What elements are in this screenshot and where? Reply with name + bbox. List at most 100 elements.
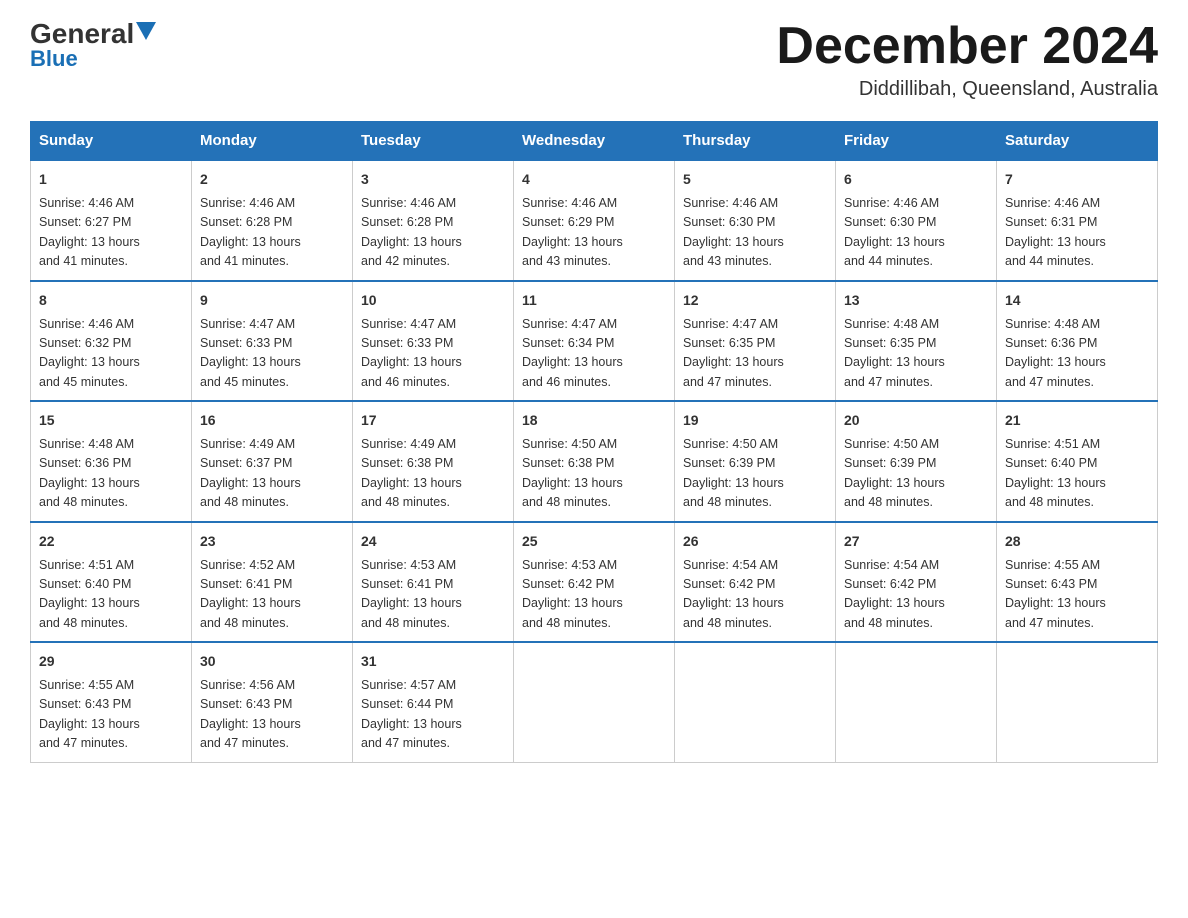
calendar-cell: 12Sunrise: 4:47 AMSunset: 6:35 PMDayligh… bbox=[675, 281, 836, 402]
week-row-3: 15 Sunrise: 4:48 AMSunset: 6:36 PMDayligh… bbox=[31, 401, 1158, 522]
day-info: Sunrise: 4:47 AMSunset: 6:35 PMDaylight:… bbox=[683, 315, 827, 393]
calendar-cell: 18 Sunrise: 4:50 AMSunset: 6:38 PMDayligh… bbox=[514, 401, 675, 522]
day-info: Sunrise: 4:53 AMSunset: 6:41 PMDaylight:… bbox=[361, 556, 505, 634]
day-number: 15 bbox=[39, 410, 183, 431]
day-number: 28 bbox=[1005, 531, 1149, 552]
day-number: 19 bbox=[683, 410, 827, 431]
weekday-header-row: Sunday Monday Tuesday Wednesday Thursday… bbox=[31, 122, 1158, 161]
calendar-table: Sunday Monday Tuesday Wednesday Thursday… bbox=[30, 121, 1158, 763]
header-monday: Monday bbox=[192, 122, 353, 161]
day-info: Sunrise: 4:46 AMSunset: 6:32 PMDaylight:… bbox=[39, 315, 183, 393]
calendar-cell: 26 Sunrise: 4:54 AMSunset: 6:42 PMDayligh… bbox=[675, 522, 836, 643]
calendar-cell: 5 Sunrise: 4:46 AMSunset: 6:30 PMDaylight… bbox=[675, 160, 836, 281]
day-number: 17 bbox=[361, 410, 505, 431]
calendar-cell: 10 Sunrise: 4:47 AMSunset: 6:33 PMDayligh… bbox=[353, 281, 514, 402]
day-info: Sunrise: 4:50 AMSunset: 6:39 PMDaylight:… bbox=[683, 435, 827, 513]
day-info: Sunrise: 4:56 AMSunset: 6:43 PMDaylight:… bbox=[200, 676, 344, 754]
day-info: Sunrise: 4:47 AMSunset: 6:33 PMDaylight:… bbox=[361, 315, 505, 393]
week-row-1: 1Sunrise: 4:46 AMSunset: 6:27 PMDaylight… bbox=[31, 160, 1158, 281]
day-info: Sunrise: 4:49 AMSunset: 6:37 PMDaylight:… bbox=[200, 435, 344, 513]
day-number: 4 bbox=[522, 169, 666, 190]
calendar-cell bbox=[514, 642, 675, 762]
calendar-cell: 20 Sunrise: 4:50 AMSunset: 6:39 PMDayligh… bbox=[836, 401, 997, 522]
day-info: Sunrise: 4:46 AMSunset: 6:30 PMDaylight:… bbox=[683, 194, 827, 272]
day-number: 30 bbox=[200, 651, 344, 672]
week-row-4: 22Sunrise: 4:51 AMSunset: 6:40 PMDayligh… bbox=[31, 522, 1158, 643]
day-info: Sunrise: 4:49 AMSunset: 6:38 PMDaylight:… bbox=[361, 435, 505, 513]
month-title: December 2024 bbox=[776, 20, 1158, 72]
calendar-cell: 11 Sunrise: 4:47 AMSunset: 6:34 PMDayligh… bbox=[514, 281, 675, 402]
day-info: Sunrise: 4:53 AMSunset: 6:42 PMDaylight:… bbox=[522, 556, 666, 634]
calendar-cell: 22Sunrise: 4:51 AMSunset: 6:40 PMDayligh… bbox=[31, 522, 192, 643]
day-info: Sunrise: 4:46 AMSunset: 6:28 PMDaylight:… bbox=[200, 194, 344, 272]
location: Diddillibah, Queensland, Australia bbox=[776, 78, 1158, 101]
calendar-cell: 27Sunrise: 4:54 AMSunset: 6:42 PMDayligh… bbox=[836, 522, 997, 643]
day-info: Sunrise: 4:46 AMSunset: 6:28 PMDaylight:… bbox=[361, 194, 505, 272]
day-number: 1 bbox=[39, 169, 183, 190]
calendar-cell: 3 Sunrise: 4:46 AMSunset: 6:28 PMDaylight… bbox=[353, 160, 514, 281]
calendar-cell: 6 Sunrise: 4:46 AMSunset: 6:30 PMDaylight… bbox=[836, 160, 997, 281]
calendar-cell: 15 Sunrise: 4:48 AMSunset: 6:36 PMDayligh… bbox=[31, 401, 192, 522]
day-info: Sunrise: 4:55 AMSunset: 6:43 PMDaylight:… bbox=[1005, 556, 1149, 634]
day-info: Sunrise: 4:48 AMSunset: 6:36 PMDaylight:… bbox=[1005, 315, 1149, 393]
day-number: 26 bbox=[683, 531, 827, 552]
day-info: Sunrise: 4:51 AMSunset: 6:40 PMDaylight:… bbox=[1005, 435, 1149, 513]
header-thursday: Thursday bbox=[675, 122, 836, 161]
calendar-cell bbox=[675, 642, 836, 762]
day-number: 24 bbox=[361, 531, 505, 552]
day-number: 25 bbox=[522, 531, 666, 552]
day-info: Sunrise: 4:55 AMSunset: 6:43 PMDaylight:… bbox=[39, 676, 183, 754]
calendar-cell: 24 Sunrise: 4:53 AMSunset: 6:41 PMDayligh… bbox=[353, 522, 514, 643]
day-number: 21 bbox=[1005, 410, 1149, 431]
day-number: 9 bbox=[200, 290, 344, 311]
day-info: Sunrise: 4:47 AMSunset: 6:34 PMDaylight:… bbox=[522, 315, 666, 393]
day-number: 14 bbox=[1005, 290, 1149, 311]
calendar-cell: 28 Sunrise: 4:55 AMSunset: 6:43 PMDayligh… bbox=[997, 522, 1158, 643]
calendar-cell: 13Sunrise: 4:48 AMSunset: 6:35 PMDayligh… bbox=[836, 281, 997, 402]
calendar-cell: 4Sunrise: 4:46 AMSunset: 6:29 PMDaylight… bbox=[514, 160, 675, 281]
header-friday: Friday bbox=[836, 122, 997, 161]
header-sunday: Sunday bbox=[31, 122, 192, 161]
day-number: 16 bbox=[200, 410, 344, 431]
day-number: 18 bbox=[522, 410, 666, 431]
title-area: December 2024 Diddillibah, Queensland, A… bbox=[776, 20, 1158, 101]
day-number: 3 bbox=[361, 169, 505, 190]
calendar-cell bbox=[997, 642, 1158, 762]
header-saturday: Saturday bbox=[997, 122, 1158, 161]
day-info: Sunrise: 4:48 AMSunset: 6:36 PMDaylight:… bbox=[39, 435, 183, 513]
day-info: Sunrise: 4:51 AMSunset: 6:40 PMDaylight:… bbox=[39, 556, 183, 634]
day-number: 8 bbox=[39, 290, 183, 311]
day-number: 5 bbox=[683, 169, 827, 190]
calendar-cell: 21 Sunrise: 4:51 AMSunset: 6:40 PMDayligh… bbox=[997, 401, 1158, 522]
logo-text: General bbox=[30, 20, 156, 48]
calendar-cell bbox=[836, 642, 997, 762]
day-info: Sunrise: 4:50 AMSunset: 6:39 PMDaylight:… bbox=[844, 435, 988, 513]
day-info: Sunrise: 4:50 AMSunset: 6:38 PMDaylight:… bbox=[522, 435, 666, 513]
day-number: 6 bbox=[844, 169, 988, 190]
calendar-cell: 30 Sunrise: 4:56 AMSunset: 6:43 PMDayligh… bbox=[192, 642, 353, 762]
day-number: 23 bbox=[200, 531, 344, 552]
calendar-cell: 23Sunrise: 4:52 AMSunset: 6:41 PMDayligh… bbox=[192, 522, 353, 643]
calendar-cell: 8 Sunrise: 4:46 AMSunset: 6:32 PMDaylight… bbox=[31, 281, 192, 402]
calendar-cell: 19 Sunrise: 4:50 AMSunset: 6:39 PMDayligh… bbox=[675, 401, 836, 522]
page-header: General Blue December 2024 Diddillibah, … bbox=[30, 20, 1158, 101]
logo: General Blue bbox=[30, 20, 156, 72]
calendar-cell: 9 Sunrise: 4:47 AMSunset: 6:33 PMDaylight… bbox=[192, 281, 353, 402]
day-info: Sunrise: 4:46 AMSunset: 6:30 PMDaylight:… bbox=[844, 194, 988, 272]
week-row-2: 8 Sunrise: 4:46 AMSunset: 6:32 PMDaylight… bbox=[31, 281, 1158, 402]
calendar-cell: 1Sunrise: 4:46 AMSunset: 6:27 PMDaylight… bbox=[31, 160, 192, 281]
logo-blue: Blue bbox=[30, 46, 78, 72]
day-number: 11 bbox=[522, 290, 666, 311]
day-number: 20 bbox=[844, 410, 988, 431]
day-number: 29 bbox=[39, 651, 183, 672]
day-info: Sunrise: 4:54 AMSunset: 6:42 PMDaylight:… bbox=[683, 556, 827, 634]
calendar-cell: 17 Sunrise: 4:49 AMSunset: 6:38 PMDayligh… bbox=[353, 401, 514, 522]
day-number: 10 bbox=[361, 290, 505, 311]
calendar-cell: 2 Sunrise: 4:46 AMSunset: 6:28 PMDaylight… bbox=[192, 160, 353, 281]
calendar-cell: 29 Sunrise: 4:55 AMSunset: 6:43 PMDayligh… bbox=[31, 642, 192, 762]
day-number: 31 bbox=[361, 651, 505, 672]
day-info: Sunrise: 4:47 AMSunset: 6:33 PMDaylight:… bbox=[200, 315, 344, 393]
day-number: 2 bbox=[200, 169, 344, 190]
day-number: 13 bbox=[844, 290, 988, 311]
calendar-cell: 14 Sunrise: 4:48 AMSunset: 6:36 PMDayligh… bbox=[997, 281, 1158, 402]
